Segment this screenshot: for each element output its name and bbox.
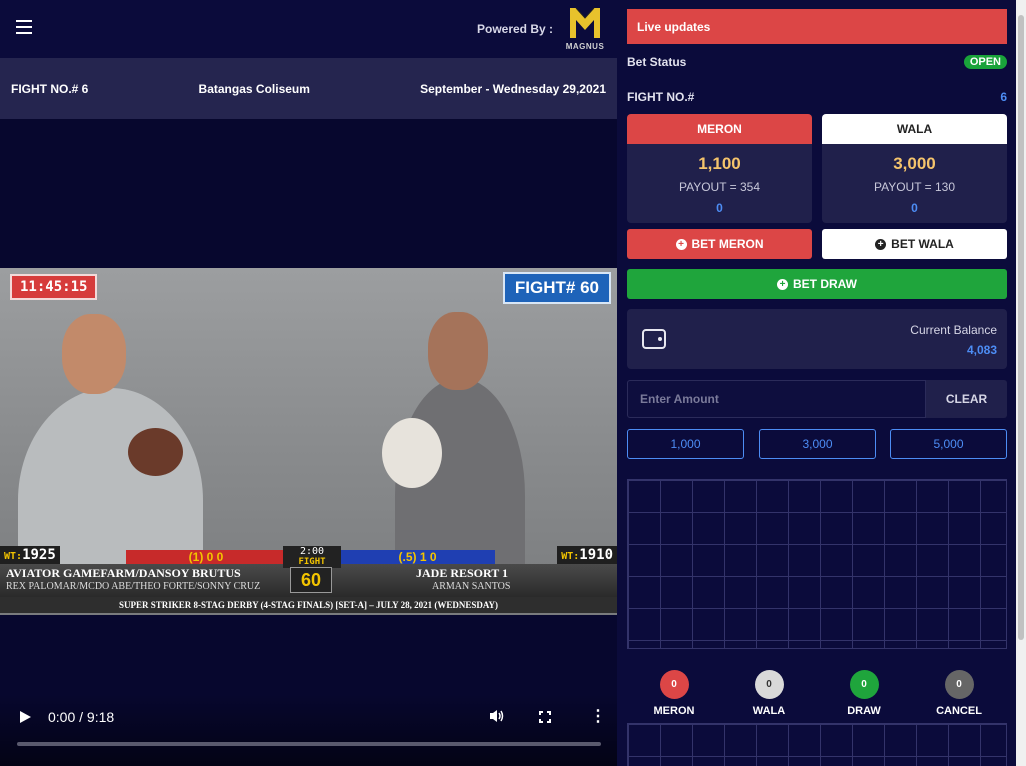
meron-amount: 1,100 <box>698 154 741 173</box>
balance-card: Current Balance 4,083 <box>627 309 1007 369</box>
event-title: SUPER STRIKER 8-STAG DERBY (4-STAG FINAL… <box>0 597 617 613</box>
fight-badge: FIGHT# 60 <box>502 272 611 304</box>
wallet-icon <box>642 329 666 349</box>
quick-amount-5000[interactable]: 5,000 <box>890 429 1007 459</box>
powered-by-label: Powered By : <box>477 22 554 36</box>
plus-circle-icon: + <box>777 278 788 290</box>
balance-value: 4,083 <box>966 343 997 357</box>
tally-meron-count: 0 <box>659 670 689 699</box>
rooster-left <box>128 428 183 476</box>
quick-amount-1000[interactable]: 1,000 <box>627 429 744 459</box>
menu-icon[interactable] <box>16 20 32 34</box>
bet-draw-label: BET DRAW <box>793 277 857 291</box>
trend-board <box>627 723 1007 766</box>
tally-wala-label: WALA <box>752 705 786 717</box>
broadcast-overlay: AVIATOR GAMEFARM/DANSOY BRUTUS REX PALOM… <box>0 546 617 615</box>
bet-meron-button[interactable]: + BET MERON <box>627 229 812 259</box>
plus-circle-icon: + <box>675 238 687 250</box>
wala-card: WALA 3,000 PAYOUT = 130 0 <box>822 114 1007 223</box>
results-board <box>627 479 1007 649</box>
tally-cancel: 0 CANCEL <box>919 670 999 717</box>
wala-my-bet: 0 <box>911 201 918 215</box>
fight-info-bar: FIGHT NO.# 6 Batangas Coliseum September… <box>0 58 617 119</box>
fight-timer-value: 2:00 <box>299 546 325 557</box>
video-player[interactable]: 11:45:15 FIGHT# 60 AVIATOR GAMEFARM/DANS… <box>0 119 617 766</box>
tally-meron: 0 MERON <box>634 670 714 717</box>
meron-header: MERON <box>627 114 812 144</box>
volume-icon[interactable] <box>489 709 505 726</box>
fight-number-label: FIGHT NO.# 6 <box>11 81 89 96</box>
fight-no-value: 6 <box>1000 90 1007 104</box>
bet-meron-label: BET MERON <box>691 237 764 251</box>
top-bar: Powered By : MAGNUS <box>0 0 617 58</box>
progress-bar[interactable] <box>17 742 601 746</box>
tally-draw-label: DRAW <box>847 705 881 717</box>
tally-draw-count: 0 <box>849 670 879 699</box>
tally-meron-label: MERON <box>653 705 695 717</box>
more-vert-icon[interactable]: ⋮ <box>590 706 606 726</box>
weight-left-label: WT: <box>4 551 23 562</box>
tally-wala: 0 WALA <box>729 670 809 717</box>
clear-button[interactable]: CLEAR <box>926 380 1007 418</box>
time-display: 0:00 / 9:18 <box>48 709 115 725</box>
left-entry-name: AVIATOR GAMEFARM/DANSOY BRUTUS <box>6 566 241 580</box>
clock-badge: 11:45:15 <box>10 274 98 300</box>
date-label: September - Wednesday 29,2021 <box>420 81 606 96</box>
handler-left-head <box>62 314 126 394</box>
fight-timer-label: FIGHT <box>298 557 326 567</box>
score-left: (1) 0 0 <box>126 550 286 564</box>
fight-no-row: FIGHT NO.# 6 <box>627 90 1007 104</box>
wala-amount: 3,000 <box>893 154 936 173</box>
balance-label: Current Balance <box>910 323 997 337</box>
plus-circle-icon: + <box>875 238 887 250</box>
quick-amount-3000[interactable]: 3,000 <box>759 429 876 459</box>
weight-right-label: WT: <box>561 551 580 562</box>
overlay-fight-number: 60 <box>290 567 332 593</box>
wala-payout: PAYOUT = 130 <box>873 180 956 194</box>
page-scrollbar[interactable] <box>1016 0 1026 766</box>
meron-payout: PAYOUT = 354 <box>678 180 761 194</box>
tally-wala-count: 0 <box>754 670 784 699</box>
venue-label: Batangas Coliseum <box>198 81 310 96</box>
scrollbar-thumb[interactable] <box>1018 15 1024 640</box>
left-entry-owners: REX PALOMAR/MCDO ABE/THEO FORTE/SONNY CR… <box>6 581 261 592</box>
bet-status-label: Bet Status <box>627 55 687 69</box>
play-icon[interactable] <box>20 711 31 723</box>
weight-left: WT:1925 <box>0 546 60 564</box>
fullscreen-icon[interactable] <box>539 711 551 723</box>
weight-right: WT:1910 <box>557 546 617 564</box>
bet-draw-button[interactable]: + BET DRAW <box>627 269 1007 299</box>
magnus-logo: MAGNUS <box>562 6 608 54</box>
video-controls: 0:00 / 9:18 ⋮ <box>0 694 617 766</box>
wala-header: WALA <box>822 114 1007 144</box>
logo-text: MAGNUS <box>565 42 605 51</box>
bet-wala-label: BET WALA <box>891 237 954 251</box>
bet-wala-button[interactable]: + BET WALA <box>822 229 1007 259</box>
weight-right-value: 1910 <box>579 547 613 563</box>
meron-my-bet: 0 <box>716 201 723 215</box>
tally-cancel-label: CANCEL <box>936 705 982 717</box>
score-right: (.5) 1 0 <box>340 550 495 564</box>
live-updates-banner: Live updates <box>627 9 1007 44</box>
bet-status-badge: OPEN <box>963 55 1007 69</box>
amount-input[interactable] <box>627 380 926 418</box>
right-entry-owners: ARMAN SANTOS <box>432 581 511 592</box>
bet-status-row: Bet Status OPEN <box>627 55 1007 69</box>
rooster-right <box>382 418 442 488</box>
fight-no-label: FIGHT NO.# <box>627 90 695 104</box>
right-entry-name: JADE RESORT 1 <box>416 566 509 580</box>
tally-cancel-count: 0 <box>944 670 974 699</box>
weight-left-value: 1925 <box>22 547 56 563</box>
meron-card: MERON 1,100 PAYOUT = 354 0 <box>627 114 812 223</box>
video-frame[interactable]: 11:45:15 FIGHT# 60 AVIATOR GAMEFARM/DANS… <box>0 268 617 615</box>
tally-draw: 0 DRAW <box>824 670 904 717</box>
betting-panel: Live updates Bet Status OPEN FIGHT NO.# … <box>617 0 1026 766</box>
fight-timer: 2:00 FIGHT <box>283 546 341 568</box>
handler-right-head <box>428 312 488 390</box>
